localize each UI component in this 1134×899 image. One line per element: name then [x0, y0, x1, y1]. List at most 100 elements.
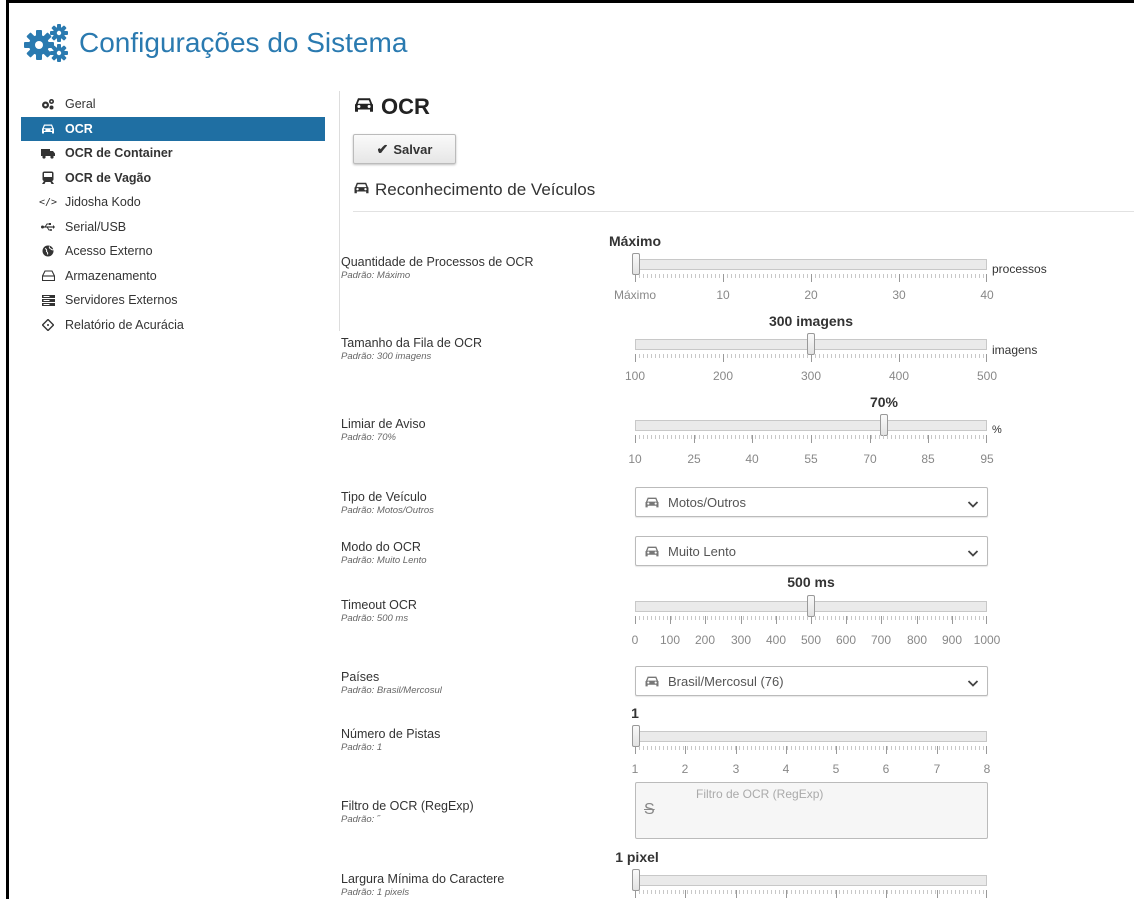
slider-major-tick [846, 616, 847, 624]
slider-tick-label: 100 [659, 633, 681, 647]
filtro-input[interactable]: S Filtro de OCR (RegExp) [635, 782, 988, 839]
slider-handle[interactable] [632, 253, 640, 275]
slider-major-tick [685, 746, 686, 754]
slider-value: 1 pixel [615, 849, 659, 865]
slider-major-tick [723, 274, 724, 282]
sidebar-item-label: Jidosha Kodo [65, 195, 141, 210]
car-icon [41, 122, 55, 136]
slider-major-tick [685, 890, 686, 898]
sidebar-item-servidores-externos[interactable]: Servidores Externos [21, 288, 325, 313]
slider-tick-label: 0 [631, 633, 639, 647]
sidebar-nav: Geral OCR OCR de Container OCR de Vagão … [21, 92, 325, 337]
aviso-hint: Padrão: 70% [341, 432, 396, 443]
sidebar-item-label: Geral [65, 97, 96, 112]
sidebar-item-label: OCR de Container [65, 146, 173, 161]
tipo-select[interactable]: Motos/Outros [635, 487, 988, 517]
slider-tick-label: 400 [765, 633, 787, 647]
slider-major-tick [786, 746, 787, 754]
gears-icon [41, 97, 55, 111]
slider-tick-label: 300 [800, 369, 822, 383]
modo-label: Modo do OCR [341, 540, 421, 554]
filtro-hint: Padrão: ˝ [341, 814, 381, 825]
slider-tick-labels: 100 200 300 400 500 [625, 369, 997, 383]
sidebar-item-label: Armazenamento [65, 268, 157, 283]
slider-track[interactable] [635, 420, 987, 431]
slider-handle[interactable] [880, 414, 888, 436]
server-icon [41, 293, 55, 307]
slider-major-tick [694, 435, 695, 443]
slider-major-tick [986, 616, 987, 624]
slider-major-tick [752, 435, 753, 443]
slider-track[interactable] [635, 875, 987, 886]
slider-tick-label: 5 [832, 762, 840, 776]
sidebar-item-label: Acesso Externo [65, 244, 153, 259]
sidebar-item-relatorio-acuracia[interactable]: Relatório de Acurácia [21, 313, 325, 338]
select-value: Motos/Outros [668, 494, 747, 510]
slider-track[interactable] [635, 731, 987, 742]
slider-tick-label: 500 [800, 633, 822, 647]
check-icon: ✔ [376, 140, 389, 157]
paises-hint: Padrão: Brasil/Mercosul [341, 685, 442, 696]
slider-major-tick [811, 616, 812, 624]
slider-major-tick [811, 354, 812, 362]
sidebar-item-armazenamento[interactable]: Armazenamento [21, 264, 325, 289]
sidebar-item-acesso-externo[interactable]: Acesso Externo [21, 239, 325, 264]
slider-tick-label: 300 [730, 633, 752, 647]
strikethrough-icon: S [644, 801, 655, 818]
slider-major-tick [776, 616, 777, 624]
section-heading: OCR [353, 94, 430, 120]
slider-ticks [635, 274, 987, 282]
sidebar-item-geral[interactable]: Geral [21, 92, 325, 117]
truck-icon [41, 146, 55, 160]
sidebar-item-ocr-container[interactable]: OCR de Container [21, 141, 325, 166]
slider-tick-label: 3 [732, 762, 740, 776]
slider-major-tick [886, 746, 887, 754]
sidebar-item-jidosha-kodo[interactable]: </> Jidosha Kodo [21, 190, 325, 215]
modo-hint: Padrão: Muito Lento [341, 555, 427, 566]
chevron-down-icon [967, 497, 979, 512]
slider-handle[interactable] [807, 333, 815, 355]
slider-major-tick [937, 746, 938, 754]
subsection-title-text: Reconhecimento de Veículos [375, 180, 596, 199]
slider-major-tick [937, 890, 938, 898]
sidebar-item-serial-usb[interactable]: Serial/USB [21, 215, 325, 240]
slider-handle[interactable] [807, 595, 815, 617]
paises-select[interactable]: Brasil/Mercosul (76) [635, 666, 988, 696]
processos-hint: Padrão: Máximo [341, 270, 411, 281]
slider-tick-label: 400 [888, 369, 910, 383]
slider-major-tick [986, 890, 987, 898]
slider-major-tick [836, 890, 837, 898]
slider-tick-label: 55 [804, 452, 818, 466]
page-title: Configurações do Sistema [79, 27, 408, 58]
slider-tick-label: 10 [628, 452, 642, 466]
tipo-label: Tipo de Veículo [341, 490, 427, 504]
globe-icon [41, 244, 55, 258]
slider-major-tick [836, 746, 837, 754]
code-icon: </> [38, 196, 58, 208]
save-button[interactable]: ✔ Salvar [353, 134, 456, 164]
modo-select[interactable]: Muito Lento [635, 536, 988, 566]
sidebar-item-ocr-vagao[interactable]: OCR de Vagão [21, 166, 325, 191]
fila-label: Tamanho da Fila de OCR [341, 336, 483, 350]
slider-major-tick [635, 354, 636, 362]
crosshairs-icon [41, 318, 55, 332]
chevron-down-icon [967, 546, 979, 561]
slider-major-tick [870, 435, 871, 443]
section-divider [353, 211, 1134, 212]
slider-major-tick [917, 616, 918, 624]
tipo-hint: Padrão: Motos/Outros [341, 505, 434, 516]
aviso-label: Limiar de Aviso [341, 417, 426, 431]
slider-major-tick [635, 274, 636, 282]
slider-major-tick [635, 616, 636, 624]
slider-major-tick [723, 354, 724, 362]
slider-track[interactable] [635, 259, 987, 270]
pistas-hint: Padrão: 1 [341, 742, 383, 753]
sidebar-item-ocr[interactable]: OCR [21, 116, 325, 141]
usb-icon [41, 220, 55, 234]
sidebar-item-label: OCR [65, 121, 93, 136]
slider-handle[interactable] [632, 869, 640, 891]
car-icon [644, 545, 660, 558]
slider-major-tick [881, 616, 882, 624]
slider-handle[interactable] [632, 725, 640, 747]
select-value: Brasil/Mercosul (76) [668, 673, 784, 689]
